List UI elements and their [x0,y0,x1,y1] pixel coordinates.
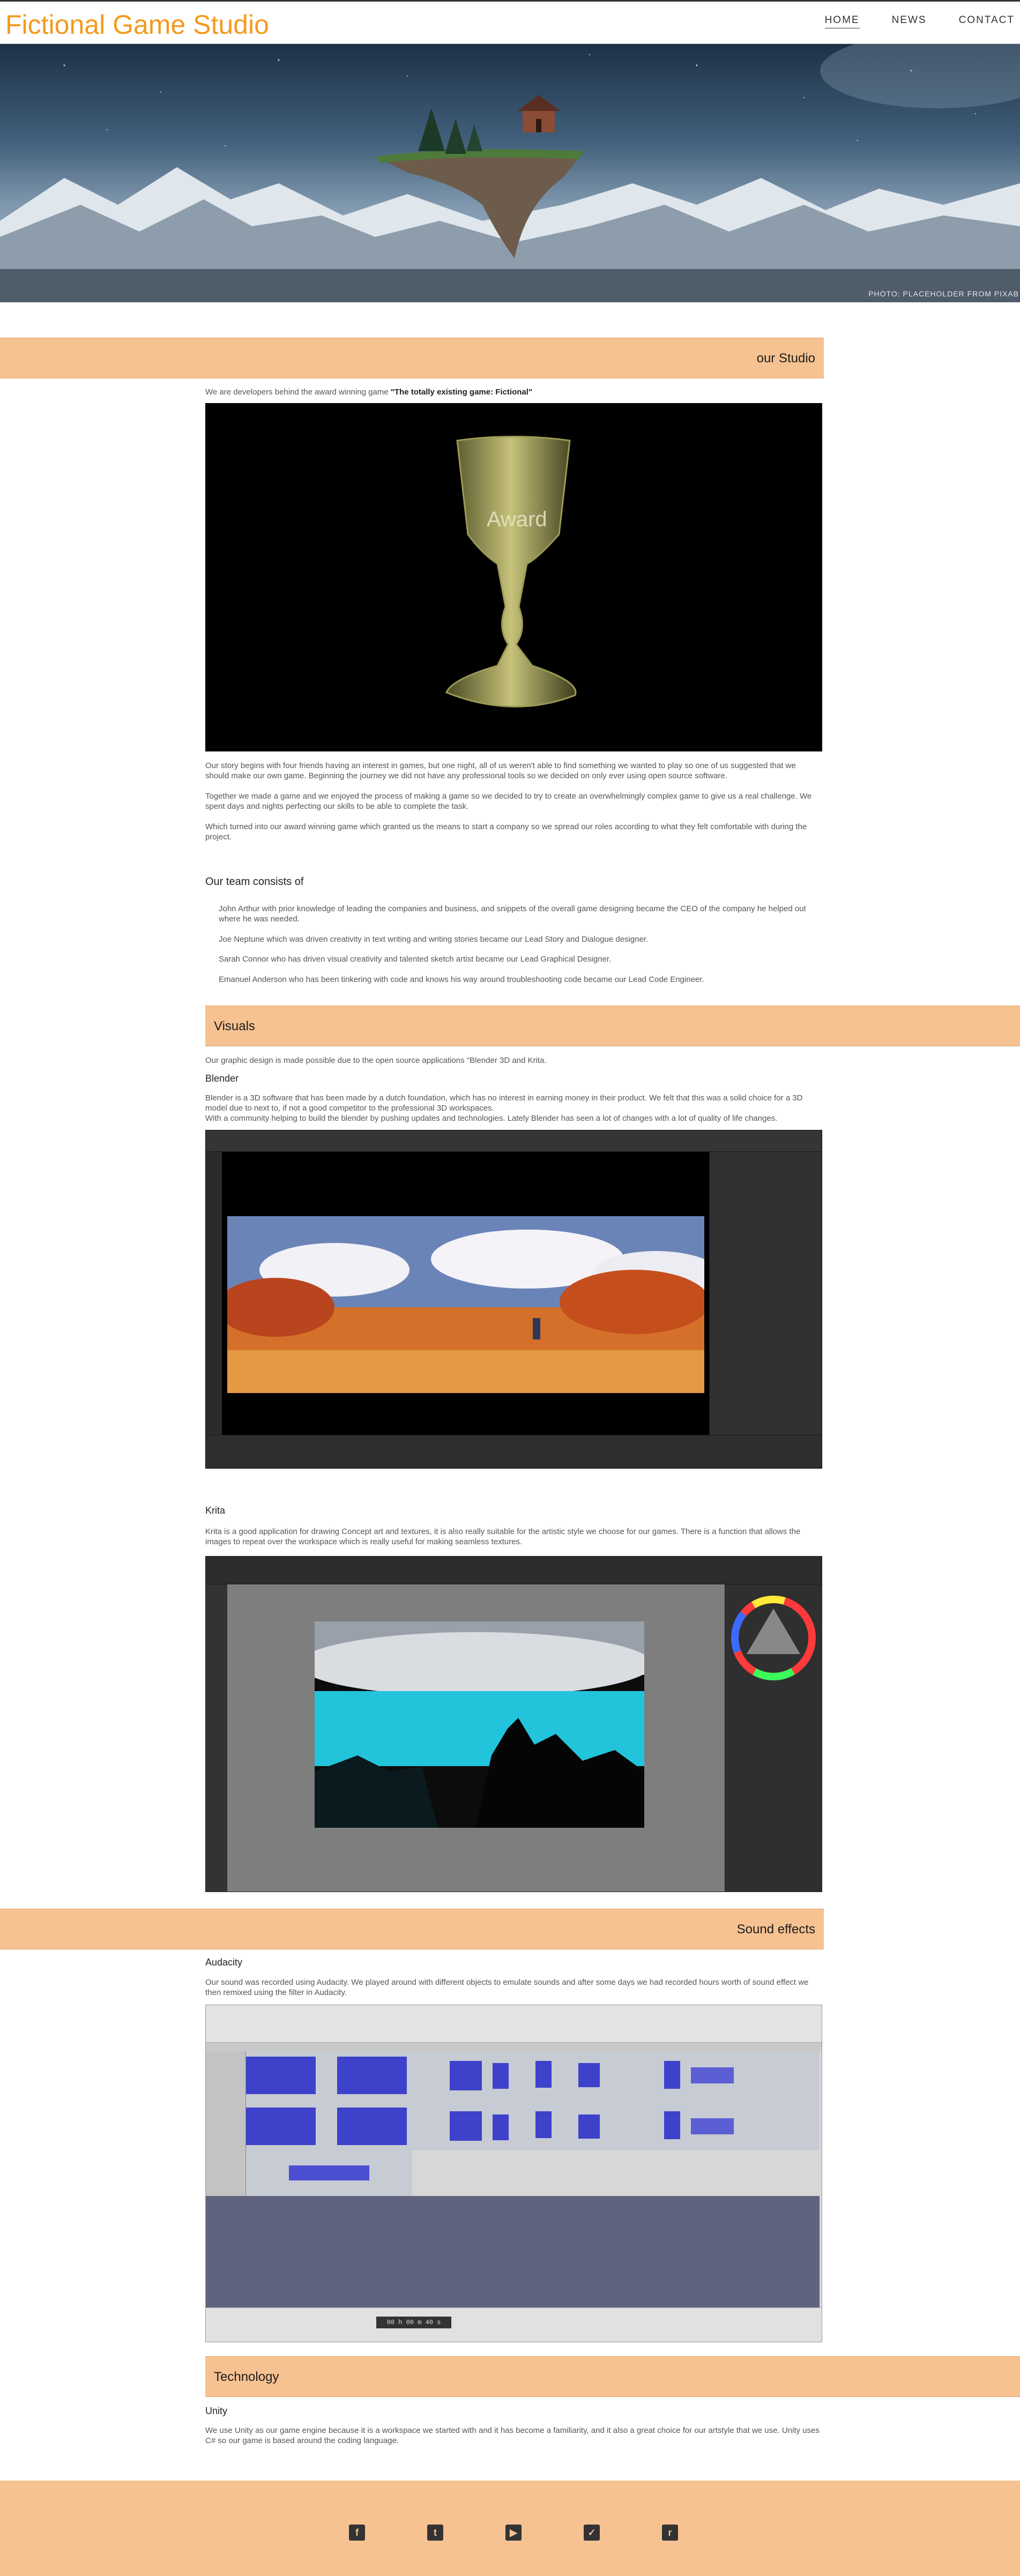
audacity-track-header-mono [206,2150,246,2196]
krita-docker-panel [725,1584,822,1892]
section-bar-sound: Sound effects [0,1909,824,1949]
studio-intro: We are developers behind the award winni… [205,387,822,397]
krita-color-wheel [731,1596,816,1680]
main-nav: HOME NEWS CONTACT [824,14,1020,28]
blender-text: Blender is a 3D software that has been m… [205,1093,803,1113]
unity-text: We use Unity as our game engine because … [205,2426,820,2445]
checkin-icon[interactable]: ✓ [584,2525,600,2541]
footer: f t ▶ ✓ r [0,2481,1020,2576]
studio-intro-prefix: We are developers behind the award winni… [205,388,391,397]
blender-left-tools [206,1152,222,1436]
trophy-illustration: Award [445,436,577,708]
audacity-stereo-track [246,2051,820,2150]
audacity-ruler [206,2043,822,2051]
audacity-screenshot: 00 h 00 m 40 s [205,2005,822,2342]
section-bar-studio: our Studio [0,338,824,378]
blender-timeline [206,1435,822,1468]
audacity-mono-track [246,2150,412,2196]
krita-canvas-area [227,1584,726,1892]
team-member-2: Joe Neptune which was driven creativity … [219,935,649,944]
krita-toolbox [206,1584,227,1892]
section-title-technology: Technology [214,2370,279,2384]
studio-intro-game-title: "The totally existing game: Fictional" [390,388,533,397]
audacity-selection-toolbar: 00 h 00 m 40 s [206,2307,822,2342]
blender-screenshot [205,1130,822,1469]
blender-toolbar [206,1130,822,1152]
audacity-empty-track-area [206,2196,820,2309]
nav-contact-link[interactable]: CONTACT [959,14,1015,28]
blender-title: Blender [205,1073,239,1084]
youtube-icon[interactable]: ▶ [505,2525,522,2541]
audacity-track-header-stereo [206,2051,246,2150]
audacity-toolbar [206,2005,822,2043]
visuals-intro: Our graphic design is made possible due … [205,1056,547,1065]
blender-viewport [222,1152,710,1436]
krita-toolbar [206,1557,822,1584]
section-bar-visuals: Visuals [205,1006,1020,1046]
team-member-3: Sarah Connor who has driven visual creat… [219,955,612,964]
facebook-icon[interactable]: f [349,2525,365,2541]
hero-banner-image: PHOTO: PLACEHOLDER FROM PIXAB [0,44,1020,302]
unity-title: Unity [205,2406,228,2416]
team-heading: Our team consists of [205,876,304,888]
hero-photo-credit: PHOTO: PLACEHOLDER FROM PIXAB [868,289,1019,298]
blender-text-2: With a community helping to build the bl… [205,1114,778,1123]
krita-screenshot [205,1556,822,1892]
studio-paragraph-2: Together we made a game and we enjoyed t… [205,792,812,811]
studio-paragraph-1: Our story begins with four friends havin… [205,761,796,780]
audacity-title: Audacity [205,1957,243,1968]
nav-home-link[interactable]: HOME [824,14,860,28]
brand-logo-text[interactable]: Fictional Game Studio [5,9,269,40]
krita-title: Krita [205,1505,226,1516]
team-member-4: Emanuel Anderson who has been tinkering … [219,975,704,984]
blender-properties-panel [709,1152,822,1436]
section-title-studio: our Studio [756,351,815,366]
section-title-sound: Sound effects [736,1922,815,1937]
twitter-icon[interactable]: t [427,2525,443,2541]
top-navigation-bar: Fictional Game Studio HOME NEWS CONTACT [0,0,1020,44]
award-trophy-image: Award [205,403,822,751]
krita-text: Krita is a good application for drawing … [205,1527,801,1546]
trophy-award-label: Award [487,508,547,531]
audacity-stereo-waveform [246,2057,734,2145]
team-member-1: John Arthur with prior knowledge of lead… [219,904,806,924]
section-title-visuals: Visuals [214,1019,255,1033]
studio-paragraph-3: Which turned into our award winning game… [205,822,807,842]
section-bar-technology: Technology [205,2356,1020,2397]
floating-island-illustration [0,44,1020,302]
audacity-text: Our sound was recorded using Audacity. W… [205,1978,809,1997]
krita-landscape-painting [315,1621,644,1828]
audacity-time-display: 00 h 00 m 40 s [376,2317,451,2328]
reddit-icon[interactable]: r [662,2525,678,2541]
audacity-mono-waveform [289,2165,369,2180]
autumn-field-render [227,1216,704,1393]
nav-news-link[interactable]: NEWS [892,14,927,28]
